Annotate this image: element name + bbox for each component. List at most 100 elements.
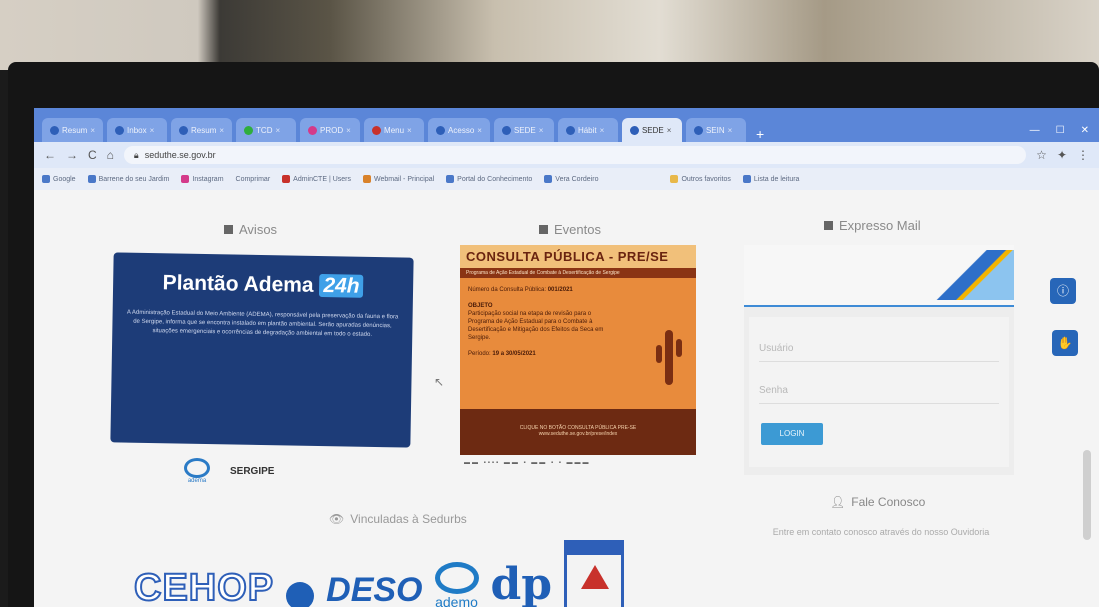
dp-logo[interactable]: dp [491,559,553,607]
scrollbar[interactable] [1083,450,1091,540]
browser-tab[interactable]: Inbox × [107,118,168,142]
vlibras-icon[interactable]: ✋ [1052,330,1078,356]
user-icon: 👤︎ [830,495,846,509]
bookmarks-bar: Google Barrene do seu Jardim Instagram C… [34,168,1099,190]
browser-tab[interactable]: TCD × [236,118,297,142]
mail-heading: Expresso Mail [824,218,921,233]
avisos-banner[interactable]: Plantão Adema 24h A Administração Estadu… [110,252,414,448]
photo-background [0,0,1099,70]
tab-favicon-icon [436,125,446,135]
bookmark-item[interactable]: Outros favoritos [670,175,731,183]
browser-tab[interactable]: Resum × [171,118,233,142]
close-icon[interactable]: × [90,126,95,135]
mouse-cursor-icon: ↖ [434,375,445,389]
tab-favicon-icon [565,125,575,135]
reload-icon[interactable]: C [88,148,97,162]
tab-favicon-icon [501,125,511,135]
maximize-icon[interactable]: ☐ [1056,125,1065,136]
close-icon[interactable]: × [477,126,482,135]
eventos-heading: Eventos [539,222,601,237]
24h-badge: 24h [319,273,364,298]
close-icon[interactable]: × [667,126,672,135]
mail-login-panel: Usuário Senha LOGIN [744,245,1014,475]
bookmark-item[interactable]: Barrene do seu Jardim [87,175,169,183]
minimize-icon[interactable]: — [1030,125,1040,136]
adema-logo-large[interactable]: ademo [434,562,479,607]
list-icon [224,225,233,234]
star-icon[interactable]: ☆ [1036,148,1047,162]
reading-list-icon [742,175,751,183]
password-input[interactable]: Senha [759,379,999,404]
close-icon[interactable]: × [539,126,544,135]
close-icon[interactable]: × [728,126,733,135]
close-icon[interactable]: × [407,126,412,135]
calendar-icon [539,225,548,234]
close-icon[interactable]: × [346,126,351,135]
shield-logo[interactable] [564,540,625,607]
browser-tab[interactable]: SEIN × [685,118,746,142]
vinculadas-heading: 👁︎ Vinculadas à Sedurbs [329,512,467,526]
url-field[interactable]: 🔒︎ seduthe.se.gov.br [123,146,1027,164]
home-icon[interactable]: ⌂ [107,148,114,162]
tab-favicon-icon [244,125,254,135]
browser-tab-active[interactable]: SEDE × [621,118,682,142]
folder-icon [670,175,679,183]
browser-tab[interactable]: Resum × [42,118,104,142]
cehop-logo[interactable]: CEHOP [133,566,274,607]
mail-login-form: Usuário Senha LOGIN [749,317,1009,467]
close-icon[interactable]: × [275,126,280,135]
extensions-icon[interactable]: ✦ [1057,148,1067,162]
close-icon[interactable]: × [150,126,155,135]
tab-favicon-icon [372,125,382,135]
close-icon[interactable]: × [219,126,224,135]
tab-favicon-icon [179,125,189,135]
bookmark-icon [446,175,455,183]
bookmark-item[interactable]: Portal do Conhecimento [446,175,532,183]
tab-favicon-icon [693,125,703,135]
instagram-icon [181,175,190,183]
bookmark-item[interactable]: AdminCTE | Users [282,175,351,183]
bookmark-item[interactable]: Webmail - Principal [363,175,434,183]
browser-tab[interactable]: Menu × [364,118,425,142]
tab-favicon-icon [308,125,318,135]
eventos-banner-title: CONSULTA PÚBLICA - PRE/SE [460,245,696,268]
close-window-icon[interactable]: ✕ [1081,125,1089,136]
lock-icon: 🔒︎ [133,149,139,160]
mail-banner [744,245,1014,307]
vinculadas-logos: CEHOP DESO ademo dp [133,540,625,607]
eventos-banner-subtitle: Programa de Ação Estadual de Combate à D… [460,268,696,278]
deso-logo[interactable]: DESO [326,571,422,607]
browser-tab[interactable]: PROD × [300,118,361,142]
eventos-banner-footer: CLIQUE NO BOTÃO CONSULTA PÚBLICA PRE-SE … [460,409,696,455]
new-tab-icon[interactable]: + [750,126,770,142]
browser-tab[interactable]: Hábit × [557,118,618,142]
adema-logo: adema [184,458,210,484]
sergipe-logo: SERGIPE [230,465,275,477]
webmail-icon [363,175,371,183]
username-input[interactable]: Usuário [759,337,999,362]
back-icon[interactable]: ← [44,148,56,162]
eye-icon: 👁︎ [329,512,345,526]
tab-favicon-icon [50,125,59,135]
avisos-banner-title: Plantão Adema 24h [127,271,399,300]
forward-icon[interactable]: → [66,148,78,162]
fale-conosco-heading: 👤︎ Fale Conosco [830,495,926,509]
bookmark-item[interactable]: Google [42,175,76,183]
eventos-banner[interactable]: CONSULTA PÚBLICA - PRE/SE Programa de Aç… [460,245,696,455]
close-icon[interactable]: × [600,126,605,135]
bookmark-item[interactable]: Vera Cordeiro [544,175,598,183]
menu-icon[interactable]: ⋮ [1077,148,1089,162]
accessibility-icon[interactable]: ⓘ [1050,278,1076,304]
fale-conosco-text: Entre em contato conosco através do noss… [772,527,990,537]
login-button[interactable]: LOGIN [761,423,823,445]
cactus-icon [656,330,682,385]
window-controls: — ☐ ✕ [1020,118,1099,142]
browser-tab[interactable]: Acesso × [428,118,490,142]
tab-favicon-icon [629,125,639,135]
bookmark-item[interactable]: Comprimar [236,176,271,183]
browser-tab[interactable]: SEDE × [493,118,554,142]
expresso-logo [934,250,1014,300]
google-icon [42,175,50,183]
bookmark-item[interactable]: Instagram [181,175,224,183]
bookmark-item[interactable]: Lista de leitura [742,175,799,183]
